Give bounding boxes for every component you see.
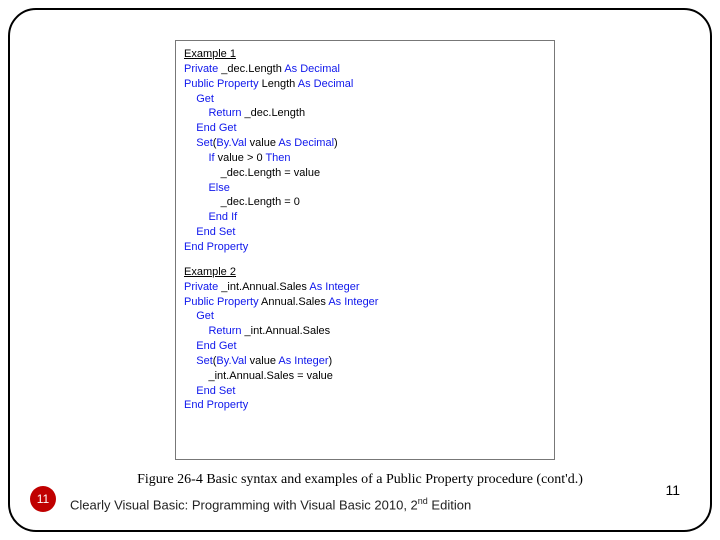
example1-code: Private _dec.Length As DecimalPublic Pro…: [184, 62, 546, 255]
example1-heading: Example 1: [184, 47, 546, 62]
example2-code: Private _int.Annual.Sales As IntegerPubl…: [184, 280, 546, 414]
code-box: Example 1 Private _dec.Length As Decimal…: [175, 40, 555, 460]
footer-suffix: Edition: [428, 497, 471, 512]
figure-caption: Figure 26-4 Basic syntax and examples of…: [10, 472, 710, 488]
page-number: 11: [665, 482, 680, 498]
example2-heading: Example 2: [184, 265, 546, 280]
footer-text: Clearly Visual Basic: Programming with V…: [70, 496, 471, 512]
footer-prefix: Clearly Visual Basic: Programming with V…: [70, 497, 418, 512]
slide-number-badge: 11: [30, 486, 56, 512]
footer-sup: nd: [418, 496, 428, 506]
slide-frame: Example 1 Private _dec.Length As Decimal…: [8, 8, 712, 532]
